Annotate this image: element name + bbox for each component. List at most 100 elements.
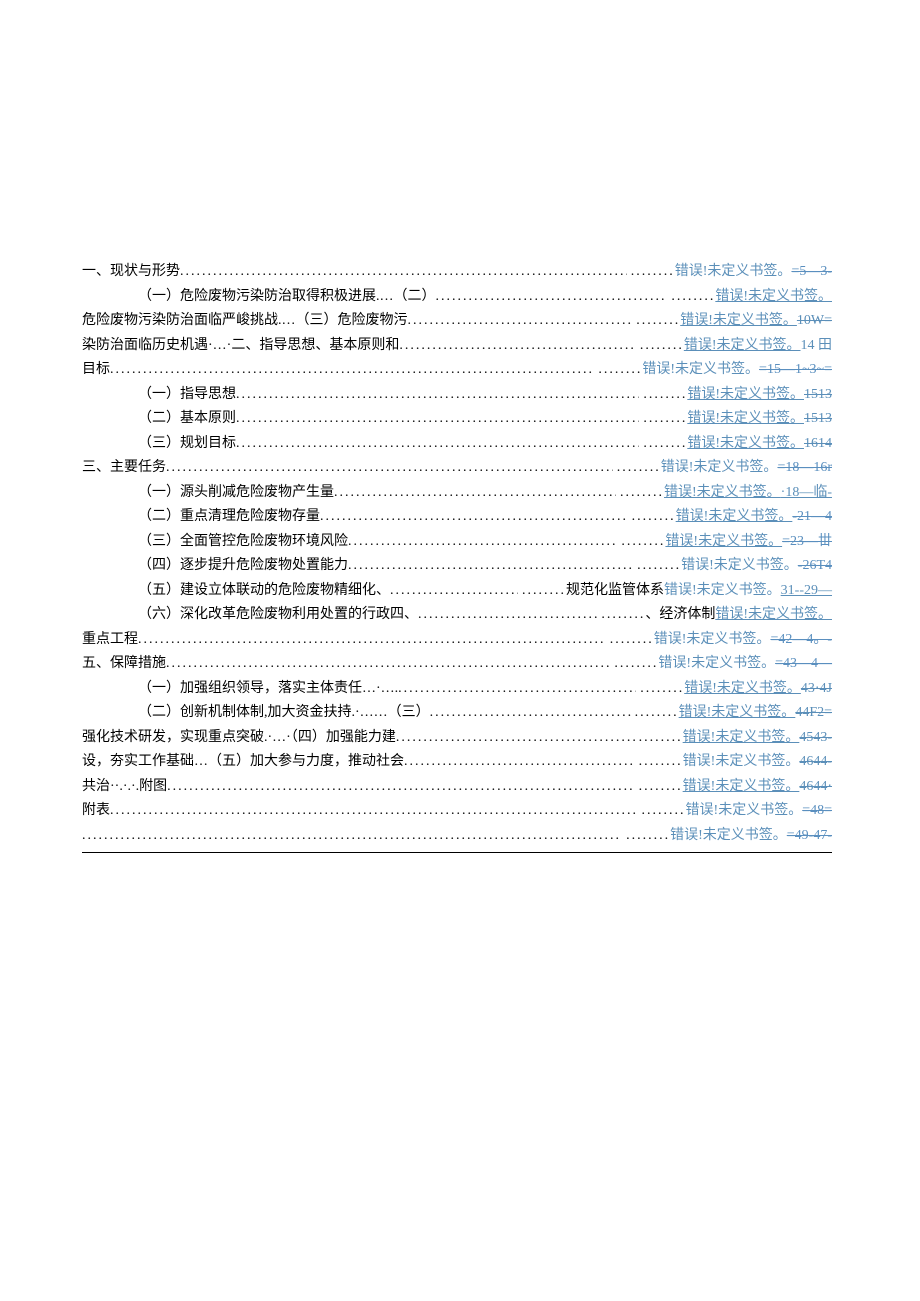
leader-dots [236, 432, 639, 457]
leader-dots [110, 358, 594, 383]
toc-row: （四）逐步提升危险废物处置能力........错误!未定义书签。 -26T4 [82, 554, 832, 579]
toc-entry-suffix: 、经济体制 [645, 603, 715, 628]
leader-dots-tail: ........ [594, 358, 642, 383]
toc-row: 设，夯实工作基础…（五）加大参与力度，推动社会........错误!未定义书签。… [82, 750, 832, 775]
bookmark-error-text[interactable]: 错误!未定义书签。 [687, 383, 804, 408]
leader-dots-tail: ........ [636, 334, 684, 359]
toc-row: 强化技术研发，实现重点突破.·…·（四）加强能力建........错误!未定义书… [82, 726, 832, 751]
bookmark-error-text[interactable]: 错误!未定义书签。 [683, 750, 800, 775]
leader-dots-tail: ........ [638, 799, 686, 824]
leader-dots [408, 309, 633, 334]
leader-dots-tail: ........ [639, 407, 687, 432]
leader-dots-tail: ........ [610, 652, 658, 677]
bookmark-error-text[interactable]: 错误!未定义书签。 [684, 677, 801, 702]
toc-row: （一）加强组织领导，落实主体责任…·….........错误!未定义书签。 43… [82, 677, 832, 702]
toc-page-revision: =23—丗 [782, 530, 832, 555]
toc-row: 五、保障措施........错误!未定义书签。 =43—4— [82, 652, 832, 677]
leader-dots-tail: ........ [628, 505, 676, 530]
toc-page-revision: 4644- [799, 750, 832, 775]
leader-dots-tail: ........ [635, 750, 683, 775]
bookmark-error-text[interactable]: 错误!未定义书签。 [664, 481, 781, 506]
toc-page-revision: =15—1~3~= [759, 358, 832, 383]
toc-row: （六）深化改革危险废物利用处置的行政四、........、经济体制错误!未定义书… [82, 603, 832, 628]
bookmark-error-text[interactable]: 错误!未定义书签。 [642, 358, 759, 383]
toc-row: （一）指导思想........错误!未定义书签。 1513 [82, 383, 832, 408]
toc-entry-suffix: 规范化监管体系 [566, 579, 664, 604]
bookmark-error-text[interactable]: 错误!未定义书签。 [675, 260, 792, 285]
bookmark-error-text[interactable]: 错误!未定义书签。 [654, 628, 771, 653]
leader-dots [236, 407, 639, 432]
leader-dots [166, 456, 613, 481]
bookmark-error-text[interactable]: 错误!未定义书签。 [715, 603, 832, 628]
leader-dots [334, 481, 616, 506]
bookmark-error-text[interactable]: 错误!未定义书签。 [687, 407, 804, 432]
bookmark-error-text[interactable]: 错误!未定义书签。 [658, 652, 775, 677]
toc-page-revision: =48= [802, 799, 832, 824]
bookmark-error-text[interactable]: 错误!未定义书签。 [683, 726, 800, 751]
leader-dots-tail: ........ [617, 530, 665, 555]
leader-dots [390, 579, 518, 604]
toc-page-revision: 44F2= [795, 701, 832, 726]
toc-page-revision: 1513 [804, 383, 832, 408]
document-page: 一、现状与形势........错误!未定义书签。 =5—3-（一）危险废物污染防… [0, 0, 920, 920]
leader-dots-tail: ........ [631, 701, 679, 726]
toc-entry-title: （一）指导思想 [82, 383, 236, 408]
bookmark-error-text[interactable]: 错误!未定义书签。 [687, 432, 804, 457]
toc-entry-title: （六）深化改革危险废物利用处置的行政四、 [82, 603, 418, 628]
toc-page-revision: 10W= [797, 309, 832, 334]
toc-entry-title: 重点工程 [82, 628, 138, 653]
bookmark-error-text[interactable]: 错误!未定义书签。 [670, 824, 787, 849]
toc-entry-title: 危险废物污染防治面临严峻挑战.…（三）危险废物污 [82, 309, 408, 334]
toc-entry-title: 一、现状与形势 [82, 260, 180, 285]
toc-row: 附表........错误!未定义书签。 =48= [82, 799, 832, 824]
toc-page-revision: 4644· [799, 775, 832, 800]
bookmark-error-text[interactable]: 错误!未定义书签。 [661, 456, 778, 481]
toc-row: （三）规划目标........错误!未定义书签。 1614 [82, 432, 832, 457]
leader-dots-tail: ........ [635, 775, 683, 800]
bookmark-error-text[interactable]: 错误!未定义书签。 [676, 505, 793, 530]
toc-entry-title: （三）全面管控危险废物环境风险 [82, 530, 348, 555]
toc-entry-title: （二）重点清理危险废物存量 [82, 505, 320, 530]
toc-row: （三）全面管控危险废物环境风险........错误!未定义书签。 =23—丗 [82, 530, 832, 555]
leader-dots-tail: ........ [622, 824, 670, 849]
toc-entry-title: 附表 [82, 799, 110, 824]
toc-row: 危险废物污染防治面临严峻挑战.…（三）危险废物污........错误!未定义书签… [82, 309, 832, 334]
toc-entry-title: （五）建设立体联动的危险废物精细化、 [82, 579, 390, 604]
toc-entry-title: （一）源头削减危险废物产生量 [82, 481, 334, 506]
bookmark-error-text[interactable]: 错误!未定义书签。 [681, 554, 798, 579]
toc-row: （二）基本原则........错误!未定义书签。 1513 [82, 407, 832, 432]
leader-dots-tail: ........ [616, 481, 664, 506]
toc-entry-title: 染防治面临历史机遇·…·二、指导思想、基本原则和 [82, 334, 399, 359]
leader-dots-tail: ........ [597, 603, 645, 628]
toc-page-revision: =18—16r [777, 456, 832, 481]
toc-row: 一、现状与形势........错误!未定义书签。 =5—3- [82, 260, 832, 285]
toc-row: 目标........错误!未定义书签。 =15—1~3~= [82, 358, 832, 383]
leader-dots-tail: ........ [636, 677, 684, 702]
bookmark-error-text[interactable]: 错误!未定义书签。 [680, 309, 797, 334]
toc-page-revision: -21—4 [792, 505, 832, 530]
leader-dots-tail: ........ [639, 383, 687, 408]
toc-row: ........错误!未定义书签。 =49-47- [82, 824, 832, 849]
toc-page-revision: =5—3- [791, 260, 832, 285]
bookmark-error-text[interactable]: 错误!未定义书签。 [686, 799, 803, 824]
leader-dots [399, 334, 636, 359]
toc-entry-title: 设，夯实工作基础…（五）加大参与力度，推动社会 [82, 750, 404, 775]
leader-dots [418, 603, 597, 628]
leader-dots [436, 285, 668, 310]
toc-page-revision: 43·4J [801, 677, 832, 702]
bookmark-error-text[interactable]: 错误!未定义书签。 [679, 701, 796, 726]
bookmark-error-text[interactable]: 错误!未定义书签。 [664, 579, 781, 604]
toc-page-revision: 14 田 [801, 334, 833, 359]
toc-entry-title: （一）加强组织领导，落实主体责任…·…. [82, 677, 398, 702]
toc-page-revision: 31--29— [781, 579, 832, 604]
bookmark-error-text[interactable]: 错误!未定义书签。 [684, 334, 801, 359]
toc-page-revision: =43—4— [775, 652, 832, 677]
bookmark-error-text[interactable]: 错误!未定义书签。 [665, 530, 782, 555]
bookmark-error-text[interactable]: 错误!未定义书签。 [715, 285, 832, 310]
leader-dots [110, 799, 638, 824]
toc-page-revision: 4543- [799, 726, 832, 751]
bookmark-error-text[interactable]: 错误!未定义书签。 [683, 775, 800, 800]
leader-dots [398, 677, 636, 702]
leader-dots [236, 383, 639, 408]
toc-row: 共治··.·.·.附图........错误!未定义书签。 4644· [82, 775, 832, 800]
